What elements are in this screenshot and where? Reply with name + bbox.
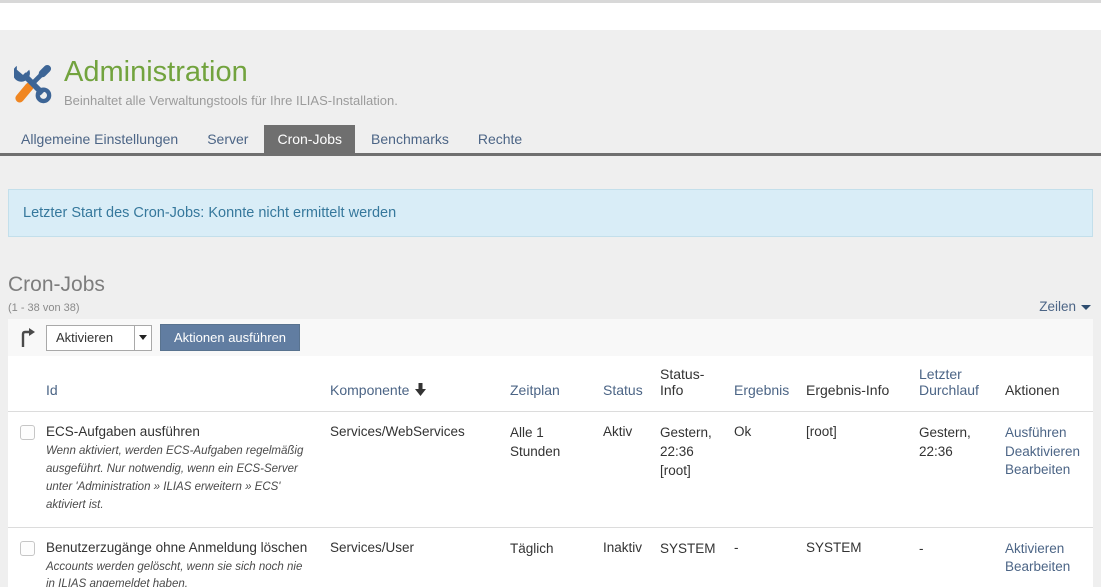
select-dropdown-button[interactable] [134,326,151,350]
page-subtitle: Beinhaltet alle Verwaltungstools für Ihr… [64,93,398,108]
row-checkbox[interactable] [20,425,35,440]
top-bar [0,0,1101,30]
cell-status: Aktiv [603,412,660,527]
job-description: Wenn aktiviert, werden ECS-Aufgaben rege… [46,443,322,514]
header-checkbox-spacer [8,356,46,412]
cron-jobs-table: Id Komponente Zeitplan Status Status-Inf… [8,356,1093,587]
column-header-id[interactable]: Id [46,356,330,412]
bulk-action-select[interactable]: Aktivieren [46,325,152,351]
table-header-row: Id Komponente Zeitplan Status Status-Inf… [8,356,1093,412]
section-title: Cron-Jobs [8,273,1093,297]
sort-descending-icon [415,383,426,396]
administration-tools-icon [14,62,52,104]
column-header-ergebnis[interactable]: Ergebnis [734,356,806,412]
column-header-komponente[interactable]: Komponente [330,356,510,412]
rows-dropdown[interactable]: Zeilen [1039,299,1091,314]
job-title: ECS-Aufgaben ausführen [46,424,322,439]
cell-ergebnis-info: SYSTEM [806,527,919,587]
cell-aktionen: Ausführen Deaktivieren Bearbeiten [1005,412,1093,527]
table-row: ECS-Aufgaben ausführen Wenn aktiviert, w… [8,412,1093,527]
cell-status-info: SYSTEM [660,527,734,587]
job-description: Accounts werden gelöscht, wenn sie sich … [46,559,322,587]
cell-zeitplan: Täglich [510,527,603,587]
action-aktivieren[interactable]: Aktivieren [1005,540,1085,558]
page-header: Administration Beinhaltet alle Verwaltun… [0,30,1101,156]
result-count: (1 - 38 von 38) [8,302,1093,314]
row-checkbox[interactable] [20,541,35,556]
column-header-status[interactable]: Status [603,356,660,412]
cell-komponente: Services/User [330,527,510,587]
cell-komponente: Services/WebServices [330,412,510,527]
page-title: Administration [64,56,398,89]
tab-bar: Allgemeine Einstellungen Server Cron-Job… [0,125,1101,156]
chevron-down-icon [139,335,147,340]
bulk-actions-toolbar: Aktivieren Aktionen ausführen [8,319,1093,356]
cell-aktionen: Aktivieren Bearbeiten [1005,527,1093,587]
cell-status: Inaktiv [603,527,660,587]
column-header-status-info: Status-Info [660,356,734,412]
tab-cron-jobs[interactable]: Cron-Jobs [264,125,355,153]
tab-rechte[interactable]: Rechte [465,125,535,153]
cell-ergebnis-info: [root] [806,412,919,527]
cell-zeitplan: Alle 1 Stunden [510,412,603,527]
cron-jobs-table-panel: Aktivieren Aktionen ausführen Id Kompone… [8,319,1093,587]
column-header-zeitplan[interactable]: Zeitplan [510,356,603,412]
chevron-down-icon [1081,305,1091,310]
info-message: Letzter Start des Cron-Jobs: Konnte nich… [8,189,1093,237]
apply-action-arrow-icon [20,328,36,348]
cell-ergebnis: Ok [734,412,806,527]
cell-status-info: Gestern, 22:36 [root] [660,412,734,527]
cell-ergebnis: - [734,527,806,587]
bulk-action-selected-value: Aktivieren [47,330,134,345]
tab-server[interactable]: Server [194,125,261,153]
job-title: Benutzerzugänge ohne Anmeldung löschen [46,540,322,555]
action-bearbeiten[interactable]: Bearbeiten [1005,558,1085,576]
table-row: Benutzerzugänge ohne Anmeldung löschen A… [8,527,1093,587]
cell-letzter-durchlauf: Gestern, 22:36 [919,412,1005,527]
cell-letzter-durchlauf: - [919,527,1005,587]
execute-actions-button[interactable]: Aktionen ausführen [160,324,300,351]
ilias-admin-screen: Administration Beinhaltet alle Verwaltun… [0,0,1101,587]
tab-benchmarks[interactable]: Benchmarks [358,125,462,153]
action-deaktivieren[interactable]: Deaktivieren [1005,443,1085,461]
tab-allgemeine-einstellungen[interactable]: Allgemeine Einstellungen [8,125,191,153]
column-header-ergebnis-info: Ergebnis-Info [806,356,919,412]
column-header-aktionen: Aktionen [1005,356,1093,412]
action-ausfuehren[interactable]: Ausführen [1005,424,1085,442]
column-header-letzter-durchlauf[interactable]: Letzter Durchlauf [919,356,1005,412]
cron-jobs-section-head: Cron-Jobs (1 - 38 von 38) Zeilen [8,273,1093,314]
action-bearbeiten[interactable]: Bearbeiten [1005,461,1085,479]
